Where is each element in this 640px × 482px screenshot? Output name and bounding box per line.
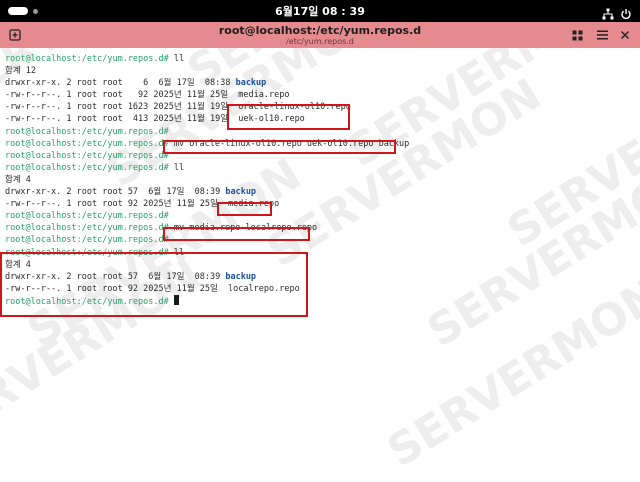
menu-button[interactable] <box>592 25 612 45</box>
terminal-line: root@localhost:/etc/yum.repos.d# ll <box>5 162 409 174</box>
shell-prompt: root@localhost:/etc/yum.repos.d# <box>5 247 169 258</box>
line-text: ll <box>168 54 185 64</box>
shell-prompt: root@localhost:/etc/yum.repos.d# <box>5 162 169 173</box>
line-text: -rw-r--r--. 1 root root 1623 2025년 11월 1… <box>5 102 351 113</box>
shell-prompt: root@localhost:/etc/yum.repos.d# <box>5 138 169 149</box>
shell-prompt: root@localhost:/etc/yum.repos.d# <box>5 296 169 307</box>
terminal-line: drwxr-xr-x. 2 root root 57 6월 17일 08:39 … <box>5 271 409 283</box>
window-subtitle: /etc/yum.repos.d <box>286 37 354 46</box>
line-text: 합계 4 <box>5 174 31 185</box>
tab-overview-button[interactable] <box>567 25 587 45</box>
terminal-header-bar: root@localhost:/etc/yum.repos.d /etc/yum… <box>0 22 640 48</box>
terminal-line: root@localhost:/etc/yum.repos.d# <box>5 294 409 307</box>
line-text: ll <box>168 162 185 173</box>
terminal-line: -rw-r--r--. 1 root root 413 2025년 11월 19… <box>5 113 409 125</box>
directory-name: backup <box>225 187 257 198</box>
terminal-line: root@localhost:/etc/yum.repos.d# ll <box>5 53 409 65</box>
shell-prompt: root@localhost:/etc/yum.repos.d# <box>5 126 169 137</box>
terminal-line: -rw-r--r--. 1 root root 92 2025년 11월 25일… <box>5 198 409 210</box>
terminal-line: drwxr-xr-x. 2 root root 6 6월 17일 08:38 b… <box>5 77 409 89</box>
hamburger-menu-icon <box>596 30 608 40</box>
watermark-text: SERVERMON <box>499 49 640 257</box>
line-text: -rw-r--r--. 1 root root 92 2025년 11월 25일… <box>5 90 290 101</box>
line-text: 합계 4 <box>5 259 31 270</box>
text-cursor <box>173 294 179 305</box>
line-text: drwxr-xr-x. 2 root root 57 6월 17일 08:39 <box>5 187 226 198</box>
terminal-line: root@localhost:/etc/yum.repos.d# <box>5 234 409 246</box>
shell-prompt: root@localhost:/etc/yum.repos.d# <box>5 54 169 64</box>
clock[interactable]: 6월17일 08 : 39 <box>0 3 640 19</box>
close-icon <box>621 31 629 39</box>
line-text: mv media.repo localrepo.repo <box>168 223 318 234</box>
terminal-line: root@localhost:/etc/yum.repos.d# mv medi… <box>5 222 409 234</box>
terminal-line: root@localhost:/etc/yum.repos.d# mv orac… <box>5 138 409 150</box>
line-text: -rw-r--r--. 1 root root 413 2025년 11월 19… <box>5 114 305 125</box>
terminal-line: root@localhost:/etc/yum.repos.d# <box>5 126 409 138</box>
shell-prompt: root@localhost:/etc/yum.repos.d# <box>5 150 169 161</box>
terminal-output: root@localhost:/etc/yum.repos.d# ll 합계 12… <box>5 53 409 307</box>
terminal-line: root@localhost:/etc/yum.repos.d# ll <box>5 247 409 259</box>
directory-name: backup <box>225 271 257 282</box>
grid-icon <box>572 30 582 40</box>
line-text: 합계 12 <box>5 66 36 77</box>
window-title: root@localhost:/etc/yum.repos.d <box>218 24 422 37</box>
shell-prompt: root@localhost:/etc/yum.repos.d# <box>5 235 169 246</box>
watermark-text: SERVERMON <box>419 149 640 357</box>
line-text: ll <box>168 247 185 258</box>
directory-name: backup <box>235 78 267 89</box>
shell-prompt: root@localhost:/etc/yum.repos.d# <box>5 223 169 234</box>
top-bar: 6월17일 08 : 39 <box>0 0 640 22</box>
terminal-line: -rw-r--r--. 1 root root 92 2025년 11월 25일… <box>5 89 409 101</box>
line-text: mv oracle-linux-ol10.repo uek-ol10.repo … <box>168 138 410 149</box>
terminal-area[interactable]: SERVERMON SERVERMON SERVERMON SERVERMON SERV… <box>0 48 640 482</box>
line-text: -rw-r--r--. 1 root root 92 2025년 11월 25일… <box>5 283 300 294</box>
terminal-line: 합계 4 <box>5 174 409 186</box>
shell-prompt: root@localhost:/etc/yum.repos.d# <box>5 211 169 222</box>
terminal-line: root@localhost:/etc/yum.repos.d# <box>5 150 409 162</box>
watermark-text: SERVERMON <box>379 269 640 477</box>
line-text: -rw-r--r--. 1 root root 92 2025년 11월 25일… <box>5 199 280 210</box>
close-button[interactable] <box>615 25 635 45</box>
terminal-line: 합계 4 <box>5 259 409 271</box>
terminal-line: root@localhost:/etc/yum.repos.d# <box>5 210 409 222</box>
line-text: drwxr-xr-x. 2 root root 57 6월 17일 08:39 <box>5 271 226 282</box>
terminal-line: -rw-r--r--. 1 root root 1623 2025년 11월 1… <box>5 101 409 113</box>
terminal-line: 합계 12 <box>5 65 409 77</box>
line-text: drwxr-xr-x. 2 root root 6 6월 17일 08:38 <box>5 78 236 89</box>
terminal-line: drwxr-xr-x. 2 root root 57 6월 17일 08:39 … <box>5 186 409 198</box>
terminal-line: -rw-r--r--. 1 root root 92 2025년 11월 25일… <box>5 283 409 295</box>
